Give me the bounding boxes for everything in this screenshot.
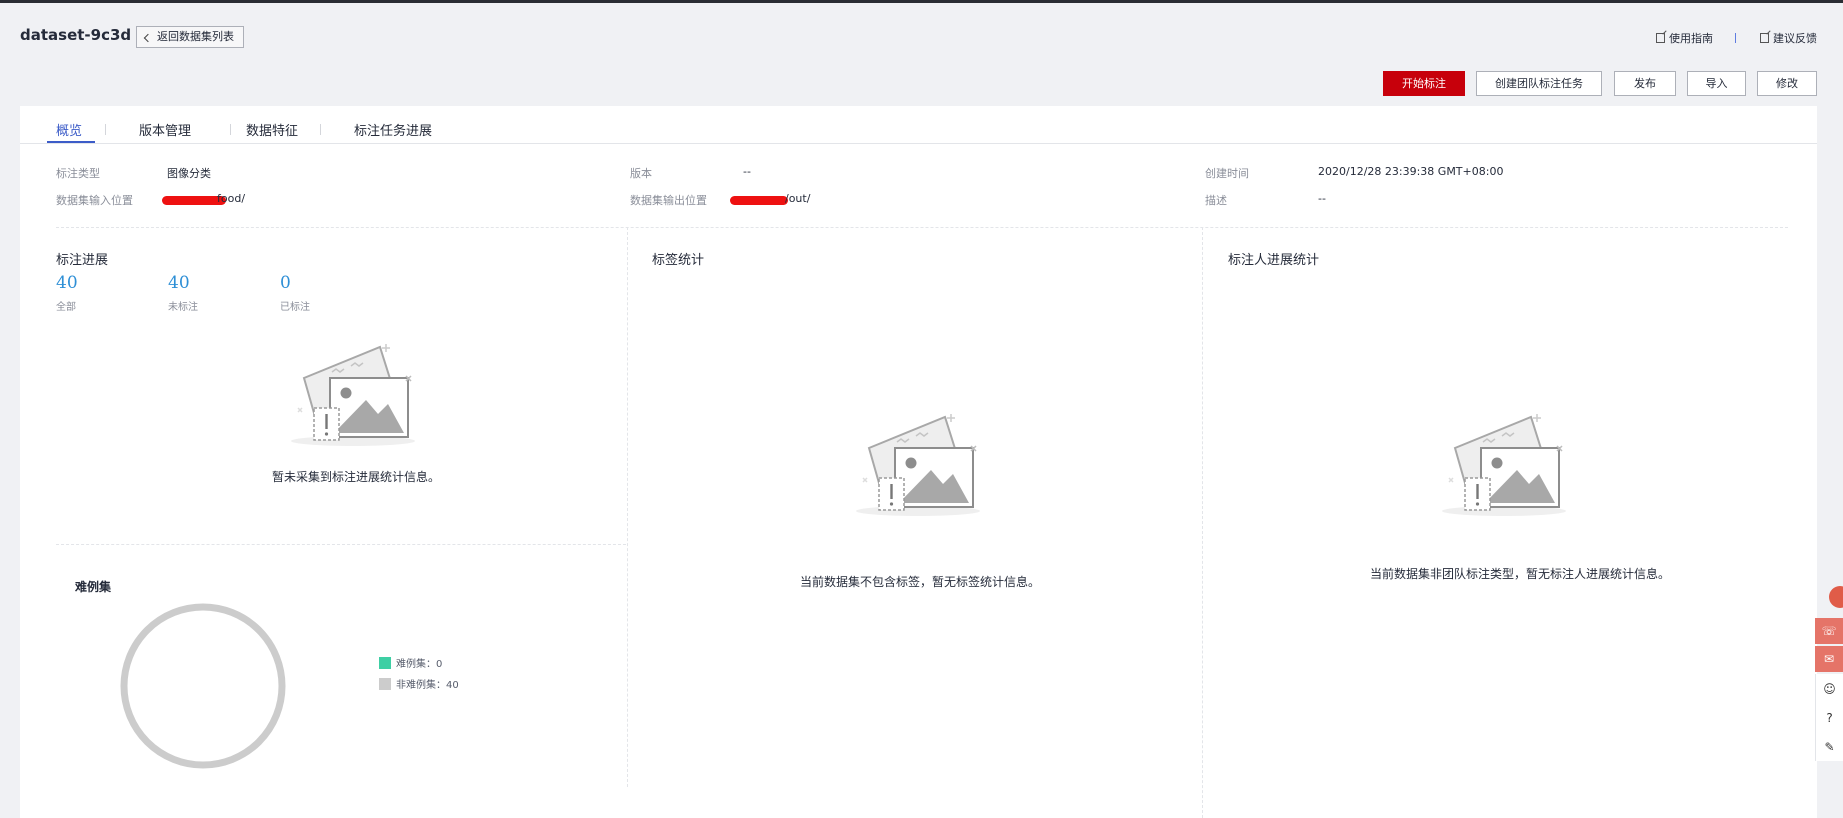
import-button[interactable]: 导入 (1687, 71, 1746, 96)
feedback-link[interactable]: 建议反馈 (1760, 30, 1817, 46)
created-at-label: 创建时间 (1205, 167, 1249, 180)
tab-data-features[interactable]: 数据特征 (246, 120, 298, 139)
legend-label-difficult: 难例集：0 (396, 659, 443, 670)
external-link-icon (1760, 33, 1769, 43)
start-annotation-button[interactable]: 开始标注 (1383, 71, 1465, 96)
label-stats-title: 标签统计 (652, 253, 705, 268)
section-divider (56, 544, 626, 545)
difficult-set-donut-chart (120, 603, 286, 769)
modify-button[interactable]: 修改 (1757, 71, 1817, 96)
input-location-label: 数据集输入位置 (56, 194, 133, 207)
link-divider (1735, 33, 1736, 43)
empty-state-illustration (856, 414, 980, 516)
smile-icon[interactable]: ☺ (1815, 674, 1843, 703)
tab-overview[interactable]: 概览 (56, 120, 82, 139)
annotation-type-value: 图像分类 (167, 167, 211, 180)
output-location-label: 数据集输出位置 (630, 194, 707, 207)
unlabeled-count: 40 (168, 273, 190, 293)
headset-icon[interactable]: ☏ (1815, 618, 1843, 644)
total-count: 40 (56, 273, 78, 293)
tab-divider (320, 124, 321, 135)
tab-version-management[interactable]: 版本管理 (139, 120, 191, 139)
feedback-link-label: 建议反馈 (1773, 32, 1817, 45)
floating-toolbar: ☏ ✉ ☺ ? ✎ (1815, 618, 1843, 761)
label-stats-empty-text: 当前数据集不包含标签，暂无标签统计信息。 (799, 575, 1040, 589)
version-value: -- (743, 165, 751, 178)
edit-icon (1656, 33, 1665, 43)
column-divider (627, 227, 628, 787)
input-location-value: food/ (217, 192, 246, 205)
description-label: 描述 (1205, 194, 1227, 207)
donut-segment-not-difficult (120, 603, 286, 769)
create-team-task-button[interactable]: 创建团队标注任务 (1476, 71, 1602, 96)
back-button-label: 返回数据集列表 (157, 30, 234, 43)
chat-icon[interactable]: ✉ (1815, 646, 1843, 672)
chevron-left-icon (143, 33, 153, 42)
guide-link-label: 使用指南 (1669, 32, 1713, 45)
created-at-value: 2020/12/28 23:39:38 GMT+08:00 (1318, 165, 1504, 178)
tab-divider (230, 124, 231, 135)
assistant-logo-icon[interactable] (1829, 586, 1843, 608)
description-value: -- (1318, 192, 1326, 205)
tab-divider (105, 124, 106, 135)
labeled-count: 0 (280, 273, 291, 293)
total-label: 全部 (56, 302, 76, 313)
legend-swatch-not-difficult (379, 677, 391, 690)
difficult-set-title: 难例集 (75, 580, 112, 594)
legend-label-not-difficult: 非难例集：40 (396, 680, 459, 691)
guide-link[interactable]: 使用指南 (1656, 30, 1713, 46)
progress-title: 标注进展 (56, 253, 109, 268)
tab-bar: 概览 版本管理 数据特征 标注任务进展 (20, 106, 1817, 144)
back-to-list-button[interactable]: 返回数据集列表 (136, 26, 244, 48)
annotator-stats-empty-text: 当前数据集非团队标注类型，暂无标注人进展统计信息。 (1369, 567, 1670, 581)
dataset-detail-panel: 概览 版本管理 数据特征 标注任务进展 标注类型 图像分类 版本 -- 创建时间… (20, 106, 1817, 818)
legend-item-difficult: 难例集：0 (379, 655, 442, 670)
version-label: 版本 (630, 167, 652, 180)
legend-item-not-difficult: 非难例集：40 (379, 676, 459, 691)
labeled-label: 已标注 (280, 302, 310, 313)
checklist-icon[interactable]: ✎ (1815, 732, 1843, 761)
column-divider (1202, 227, 1203, 818)
progress-empty-text: 暂未采集到标注进展统计信息。 (271, 470, 440, 484)
legend-swatch-difficult (379, 656, 391, 669)
help-icon[interactable]: ? (1815, 703, 1843, 732)
active-tab-indicator (47, 141, 95, 143)
dataset-title: dataset-9c3d (20, 26, 132, 44)
annotation-type-label: 标注类型 (56, 167, 100, 180)
empty-state-illustration (1442, 414, 1566, 516)
top-border (0, 0, 1843, 3)
unlabeled-label: 未标注 (168, 302, 198, 313)
redaction-mark (730, 196, 788, 205)
tab-annotation-progress[interactable]: 标注任务进展 (354, 120, 432, 139)
annotator-stats-title: 标注人进展统计 (1228, 253, 1320, 268)
output-location-value: /out/ (785, 192, 811, 205)
publish-button[interactable]: 发布 (1614, 71, 1676, 96)
section-divider (56, 227, 1788, 228)
empty-state-illustration (291, 344, 415, 446)
